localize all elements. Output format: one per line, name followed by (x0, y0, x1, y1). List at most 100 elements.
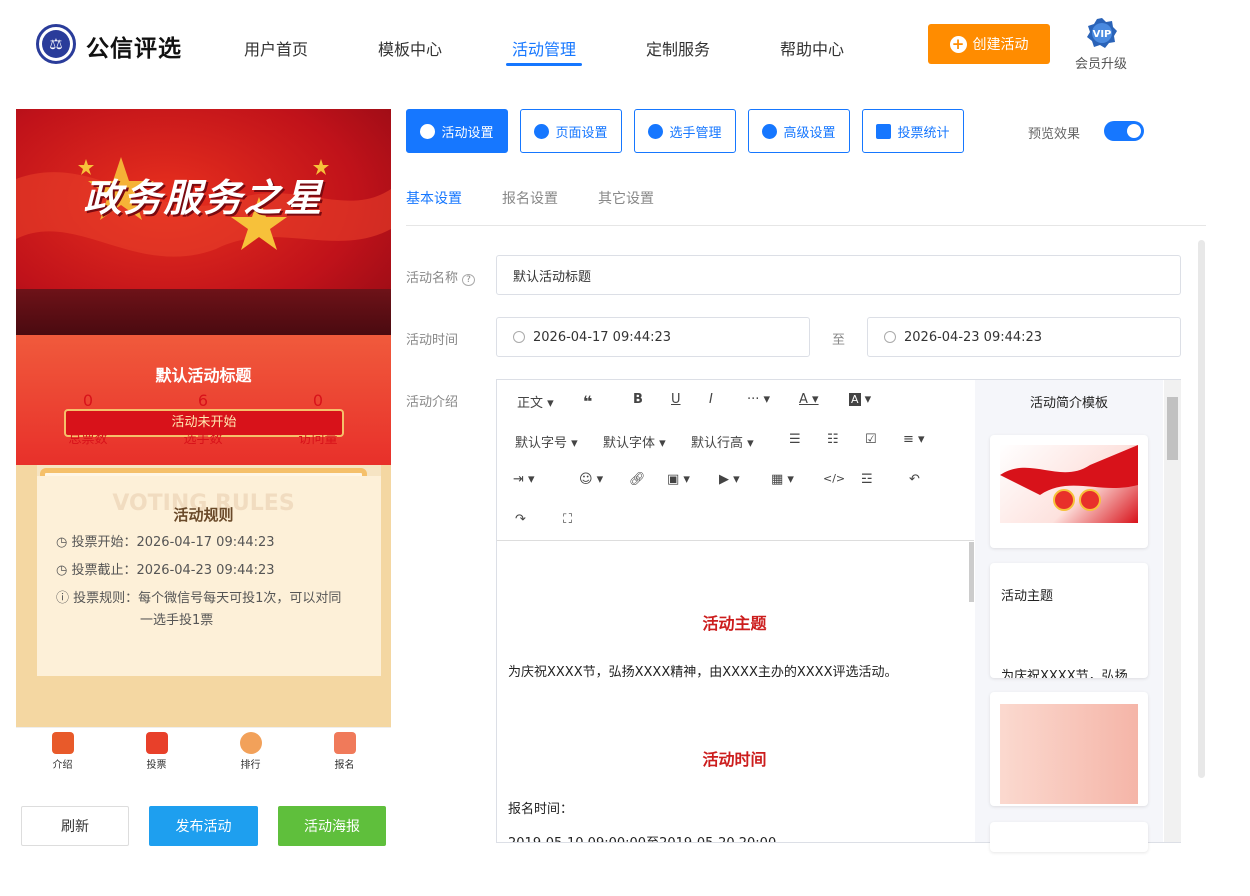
vip-text: VIP (1093, 29, 1112, 40)
rules-heading: 活动规则 (173, 506, 234, 524)
preview-tab-vote[interactable]: 投票 (110, 728, 203, 776)
divider-icon[interactable]: ☲ (861, 472, 873, 487)
undo-icon[interactable]: ↶ (909, 472, 920, 487)
underline-icon[interactable]: U (671, 392, 681, 407)
tab-page-settings[interactable]: 页面设置 (520, 109, 622, 153)
fullscreen-icon[interactable]: ⛶ (563, 512, 572, 527)
paragraph-select[interactable]: 正文 ▾ (517, 392, 554, 411)
banner: 政务服务之星 (16, 109, 391, 335)
italic-icon[interactable]: I (709, 392, 713, 407)
template-card-1[interactable] (990, 435, 1148, 548)
rule-end-time: ◷ 投票截止：2026-04-23 09:44:23 (56, 563, 275, 578)
vote-icon (145, 732, 168, 754)
party-decoration (1000, 445, 1138, 511)
medal-icon (239, 732, 262, 754)
plus-icon: + (949, 35, 967, 53)
redo-icon[interactable]: ↷ (515, 512, 526, 527)
tab-activity-settings[interactable]: 活动设置 (406, 109, 508, 153)
clock-icon (884, 331, 896, 343)
content-paragraph-1: 为庆祝XXXX节，弘扬XXXX精神，由XXXX主办的XXXX评选活动。 (508, 665, 898, 680)
nav-activity-management[interactable]: 活动管理 (512, 36, 576, 60)
tab-advanced-settings[interactable]: 高级设置 (748, 109, 850, 153)
preview-toggle[interactable] (1104, 121, 1144, 141)
tab-candidate-management[interactable]: 选手管理 (634, 109, 736, 153)
quote-icon[interactable]: ❝ (583, 392, 592, 411)
emoji-icon[interactable]: ☺ ▾ (579, 472, 603, 487)
subtab-basic[interactable]: 基本设置 (406, 188, 462, 208)
stat-visits-value: 0 (312, 391, 324, 410)
font-family-select[interactable]: 默认字体 ▾ (603, 432, 666, 451)
subtab-other[interactable]: 其它设置 (598, 188, 654, 208)
template-card-2-title: 活动主题 (1001, 589, 1054, 604)
todo-icon[interactable]: ☑ (865, 432, 877, 447)
nav-home[interactable]: 用户首页 (244, 36, 308, 60)
preview-tabbar: 介绍 投票 排行 报名 (16, 727, 391, 776)
create-activity-label: 创建活动 (972, 37, 1029, 53)
time-separator: 至 (832, 333, 846, 348)
content-paragraph-2: 报名时间： (508, 802, 574, 817)
line-height-select[interactable]: 默认行高 ▾ (691, 432, 754, 451)
preview-effect-label: 预览效果 (1028, 127, 1081, 142)
content-heading-time: 活动时间 (702, 750, 767, 769)
activity-name-label: 活动名称 ? (406, 267, 475, 286)
editor-content[interactable] (497, 542, 972, 842)
video-icon[interactable]: ▶ ▾ (719, 472, 740, 487)
activity-name-input[interactable]: 默认活动标题 (496, 255, 1181, 295)
preview-tab-intro[interactable]: 介绍 (16, 728, 109, 776)
poster-button[interactable]: 活动海报 (278, 806, 386, 846)
preview-activity-title: 默认活动标题 (155, 366, 252, 385)
nav-templates[interactable]: 模板中心 (378, 36, 442, 60)
create-activity-button[interactable]: + 创建活动 (928, 24, 1050, 64)
preview-tab-rank[interactable]: 排行 (204, 728, 297, 776)
activity-intro-label: 活动介绍 (406, 395, 459, 410)
bullet-list-icon[interactable]: ☰ (789, 432, 801, 447)
tab-vote-statistics[interactable]: 投票统计 (862, 109, 964, 153)
page-scrollbar[interactable] (1198, 240, 1205, 778)
vip-upgrade-label[interactable]: 会员升级 (1075, 53, 1127, 72)
publish-button[interactable]: 发布活动 (149, 806, 258, 846)
font-size-select[interactable]: 默认字号 ▾ (515, 432, 578, 451)
nav-help[interactable]: 帮助中心 (780, 36, 844, 60)
users-icon (648, 123, 664, 139)
numbered-list-icon[interactable]: ☷ (827, 432, 839, 447)
template-scrollbar[interactable] (1164, 380, 1181, 842)
brand-name: 公信评选 (86, 36, 182, 62)
activity-time-label: 活动时间 (406, 333, 459, 348)
vip-badge-icon[interactable]: VIP (1086, 17, 1118, 49)
font-color-icon[interactable]: A ▾ (799, 392, 819, 407)
refresh-button[interactable]: 刷新 (21, 806, 129, 846)
more-icon[interactable]: ··· ▾ (747, 392, 770, 407)
template-card-2[interactable]: 活动主题 为庆祝XXXX节，弘扬 (990, 563, 1148, 678)
banner-title: 政务服务之星 (83, 176, 324, 220)
bold-icon[interactable]: B (633, 392, 643, 407)
flower-icon (534, 123, 550, 139)
table-icon[interactable]: ▦ ▾ (771, 472, 794, 487)
end-time-input[interactable]: 2026-04-23 09:44:23 (867, 317, 1181, 357)
start-time-input[interactable]: 2026-04-17 09:44:23 (496, 317, 810, 357)
hand-icon (333, 732, 356, 754)
template-card-4[interactable] (990, 822, 1148, 852)
editor-toolbar: 正文 ▾ ❝ B U I ··· ▾ A ▾ A ▾ 默认字号 ▾ 默认字体 ▾… (497, 380, 974, 541)
link-icon[interactable]: 🔗︎ (629, 472, 646, 487)
stat-total-votes-label: 总票数 (68, 432, 108, 447)
bar-chart-icon (876, 123, 892, 139)
nav-custom-service[interactable]: 定制服务 (646, 36, 710, 60)
code-icon[interactable]: </> (823, 472, 845, 485)
intro-icon (51, 732, 74, 754)
bg-color-icon[interactable]: A ▾ (849, 392, 871, 407)
align-icon[interactable]: ≡ ▾ (903, 432, 925, 447)
image-icon[interactable]: ▣ ▾ (667, 472, 690, 487)
help-icon[interactable]: ? (462, 274, 475, 286)
subtab-signup[interactable]: 报名设置 (502, 188, 558, 208)
preview-tab-signup[interactable]: 报名 (298, 728, 391, 776)
template-card-3[interactable] (990, 692, 1148, 806)
template-panel-title: 活动简介模板 (1029, 396, 1108, 411)
stat-candidates-value: 6 (197, 391, 209, 410)
scale-icon: ⚖ (42, 30, 70, 58)
logo[interactable]: ⚖ (36, 24, 76, 64)
template-thumbnail-3 (1000, 704, 1138, 804)
rule-start-time: ◷ 投票开始：2026-04-17 09:44:23 (56, 535, 275, 550)
indent-icon[interactable]: ⇥ ▾ (513, 472, 535, 487)
editor-scrollbar[interactable] (969, 542, 974, 602)
subtab-divider (406, 225, 1206, 226)
